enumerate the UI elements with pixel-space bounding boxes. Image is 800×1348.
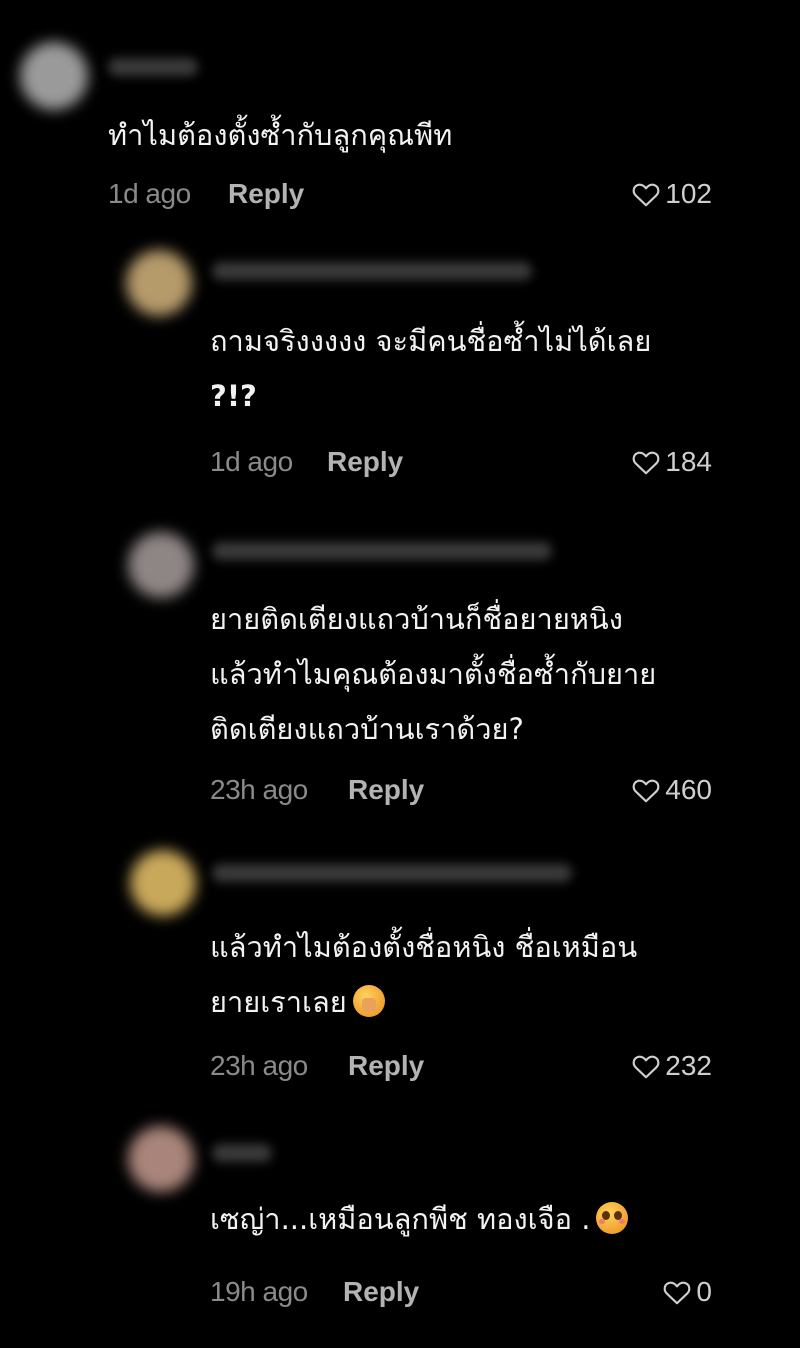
like-count: 102 (665, 178, 712, 209)
username[interactable] (108, 58, 198, 76)
pleading-face-emoji-icon (596, 1202, 629, 1234)
username[interactable] (212, 1144, 272, 1162)
comment-text: เซญ่า...เหมือนลูกพีช ทองเจือ . (210, 1192, 629, 1247)
heart-icon[interactable] (631, 1053, 661, 1079)
avatar[interactable] (20, 42, 88, 110)
comment-meta: 1d ago Reply 102 (108, 174, 712, 214)
comment-text-line: ยายเราเลย (210, 975, 637, 1030)
comment-text-line: ยายติดเตียงแถวบ้านก็ชื่อยายหนิง (210, 602, 623, 636)
comment: ทำไมต้องตั้งซ้ำกับลูกคุณพีท 1d ago Reply… (0, 0, 800, 230)
comment-text-line: ถามจริงงงงง จะมีคนชื่อซ้ำไม่ได้เลย (210, 324, 652, 358)
reply-comment: แล้วทำไมต้องตั้งชื่อหนิง ชื่อเหมือน ยายเ… (0, 842, 800, 1092)
reply-button[interactable]: Reply (348, 1046, 424, 1086)
comment-text: ทำไมต้องตั้งซ้ำกับลูกคุณพีท (108, 108, 452, 163)
comment-text: แล้วทำไมต้องตั้งชื่อหนิง ชื่อเหมือน ยายเ… (210, 920, 637, 1030)
like-count: 0 (696, 1276, 712, 1307)
comment-meta: 23h ago Reply 232 (210, 1046, 712, 1086)
comment-text-fragment: เซญ่า...เหมือนลูกพีช ทองเจือ . (210, 1202, 591, 1236)
comment-text-line: ?!? (210, 379, 257, 413)
reply-comment: เซญ่า...เหมือนลูกพีช ทองเจือ . 19h ago R… (0, 1118, 800, 1338)
like-count: 184 (665, 446, 712, 477)
reply-button[interactable]: Reply (228, 174, 304, 214)
shushing-face-emoji-icon (352, 985, 385, 1017)
timestamp: 23h ago (210, 774, 308, 805)
reply-comment: ถามจริงงงงง จะมีคนชื่อซ้ำไม่ได้เลย ?!? 1… (0, 240, 800, 500)
comment-meta: 1d ago Reply 184 (210, 442, 712, 482)
comment-text-line: เซญ่า...เหมือนลูกพีช ทองเจือ . (210, 1192, 629, 1247)
comment-meta: 19h ago Reply 0 (210, 1272, 712, 1312)
comment-text-line: แล้วทำไมคุณต้องมาตั้งชื่อซ้ำกับยาย (210, 657, 657, 691)
like-button[interactable]: 0 (662, 1272, 712, 1312)
heart-icon[interactable] (631, 449, 661, 475)
comment-text-line: แล้วทำไมต้องตั้งชื่อหนิง ชื่อเหมือน (210, 930, 638, 964)
timestamp: 1d ago (108, 178, 191, 209)
reply-button[interactable]: Reply (348, 770, 424, 810)
timestamp: 23h ago (210, 1050, 308, 1081)
comment-text-fragment: ยายเราเลย (210, 985, 347, 1019)
like-button[interactable]: 184 (631, 442, 712, 482)
comment-text: ยายติดเตียงแถวบ้านก็ชื่อยายหนิง แล้วทำไม… (210, 592, 656, 757)
username[interactable] (212, 262, 532, 280)
like-button[interactable]: 102 (631, 174, 712, 214)
like-button[interactable]: 460 (631, 770, 712, 810)
avatar[interactable] (126, 250, 192, 316)
comment-text: ถามจริงงงงง จะมีคนชื่อซ้ำไม่ได้เลย ?!? (210, 314, 651, 424)
avatar[interactable] (130, 850, 196, 916)
comment-meta: 23h ago Reply 460 (210, 770, 712, 810)
username[interactable] (212, 864, 572, 882)
like-button[interactable]: 232 (631, 1046, 712, 1086)
avatar[interactable] (128, 532, 194, 598)
reply-comment: ยายติดเตียงแถวบ้านก็ชื่อยายหนิง แล้วทำไม… (0, 520, 800, 820)
heart-icon[interactable] (631, 777, 661, 803)
comment-text-line: ติดเตียงแถวบ้านเราด้วย? (210, 712, 524, 746)
timestamp: 1d ago (210, 446, 293, 477)
heart-icon[interactable] (662, 1279, 692, 1305)
like-count: 460 (665, 774, 712, 805)
reply-button[interactable]: Reply (343, 1272, 419, 1312)
timestamp: 19h ago (210, 1276, 308, 1307)
reply-button[interactable]: Reply (327, 442, 403, 482)
like-count: 232 (665, 1050, 712, 1081)
username[interactable] (212, 542, 552, 560)
heart-icon[interactable] (631, 181, 661, 207)
avatar[interactable] (128, 1126, 194, 1192)
comment-text-line: ทำไมต้องตั้งซ้ำกับลูกคุณพีท (108, 118, 453, 152)
